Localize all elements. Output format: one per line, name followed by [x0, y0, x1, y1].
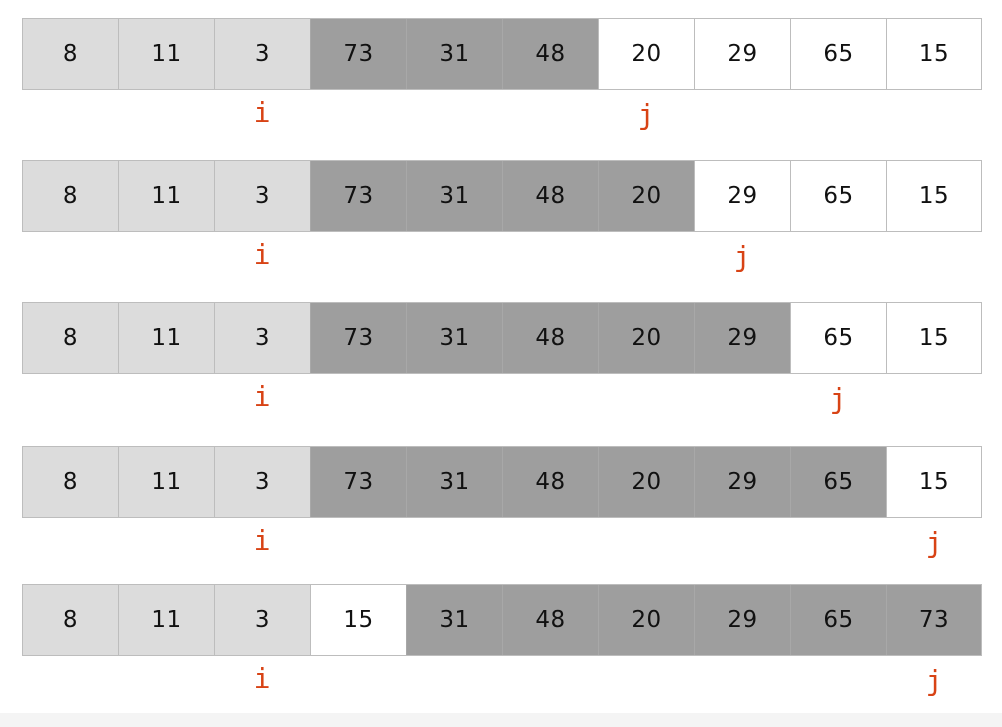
- array-cell: 3: [214, 303, 310, 373]
- pointer-row: ij: [22, 90, 982, 131]
- array-cell: 15: [886, 161, 982, 231]
- partition-step: 8 11 3 73 31 48 20 29 65 15 i j: [22, 446, 982, 559]
- array-cell: 73: [886, 585, 982, 655]
- pointer-row: ij: [22, 374, 982, 415]
- array-cell: 29: [694, 303, 790, 373]
- pointer-row: ij: [22, 232, 982, 273]
- array-cell: 20: [598, 585, 694, 655]
- array-cell: 8: [22, 585, 118, 655]
- array-cell: 11: [118, 585, 214, 655]
- array-cell: 65: [790, 19, 886, 89]
- array-cell: 31: [406, 19, 502, 89]
- partition-step: 8 11 3 73 31 48 20 29 65 15 i j: [22, 302, 982, 415]
- pointer-j: j: [925, 526, 943, 559]
- array-cell: 3: [214, 161, 310, 231]
- array-cell: 48: [502, 303, 598, 373]
- array-cell: 11: [118, 161, 214, 231]
- array-cell: 48: [502, 19, 598, 89]
- array-cell: 29: [694, 585, 790, 655]
- pointer-i: i: [253, 380, 271, 413]
- array-cell: 20: [598, 303, 694, 373]
- pointer-j: j: [733, 240, 751, 273]
- array-row: 8 11 3 73 31 48 20 29 65 15: [22, 446, 982, 518]
- pointer-i: i: [253, 662, 271, 695]
- array-cell: 8: [22, 447, 118, 517]
- array-cell: 8: [22, 19, 118, 89]
- pointer-row: ij: [22, 656, 982, 697]
- array-cell: 11: [118, 303, 214, 373]
- array-cell: 29: [694, 19, 790, 89]
- array-cell: 20: [598, 447, 694, 517]
- array-cell: 65: [790, 303, 886, 373]
- array-cell: 15: [886, 303, 982, 373]
- bottom-strip: [0, 713, 1002, 727]
- pointer-i: i: [253, 96, 271, 129]
- array-row: 8 11 3 15 31 48 20 29 65 73: [22, 584, 982, 656]
- array-cell: 29: [694, 161, 790, 231]
- pointer-j: j: [637, 98, 655, 131]
- array-cell: 15: [310, 585, 406, 655]
- pointer-j: j: [925, 664, 943, 697]
- pointer-row: ij: [22, 518, 982, 559]
- array-cell: 48: [502, 447, 598, 517]
- array-row: 8 11 3 73 31 48 20 29 65 15: [22, 302, 982, 374]
- array-cell: 3: [214, 447, 310, 517]
- array-row: 8 11 3 73 31 48 20 29 65 15: [22, 18, 982, 90]
- array-cell: 73: [310, 303, 406, 373]
- pointer-i: i: [253, 524, 271, 557]
- array-cell: 29: [694, 447, 790, 517]
- array-cell: 20: [598, 161, 694, 231]
- pointer-j: j: [829, 382, 847, 415]
- array-cell: 15: [886, 19, 982, 89]
- array-cell: 31: [406, 585, 502, 655]
- array-cell: 3: [214, 19, 310, 89]
- array-cell: 48: [502, 161, 598, 231]
- array-cell: 8: [22, 303, 118, 373]
- array-cell: 31: [406, 303, 502, 373]
- array-cell: 31: [406, 161, 502, 231]
- array-cell: 8: [22, 161, 118, 231]
- array-cell: 65: [790, 161, 886, 231]
- array-cell: 11: [118, 19, 214, 89]
- pointer-i: i: [253, 238, 271, 271]
- array-cell: 65: [790, 447, 886, 517]
- array-cell: 11: [118, 447, 214, 517]
- array-row: 8 11 3 73 31 48 20 29 65 15: [22, 160, 982, 232]
- array-cell: 3: [214, 585, 310, 655]
- array-cell: 73: [310, 19, 406, 89]
- partition-step: 8 11 3 15 31 48 20 29 65 73 i j: [22, 584, 982, 697]
- array-cell: 20: [598, 19, 694, 89]
- array-cell: 73: [310, 447, 406, 517]
- array-cell: 31: [406, 447, 502, 517]
- partition-step: 8 11 3 73 31 48 20 29 65 15 i j: [22, 18, 982, 131]
- array-cell: 48: [502, 585, 598, 655]
- partition-step: 8 11 3 73 31 48 20 29 65 15 i j: [22, 160, 982, 273]
- array-cell: 65: [790, 585, 886, 655]
- array-cell: 15: [886, 447, 982, 517]
- array-cell: 73: [310, 161, 406, 231]
